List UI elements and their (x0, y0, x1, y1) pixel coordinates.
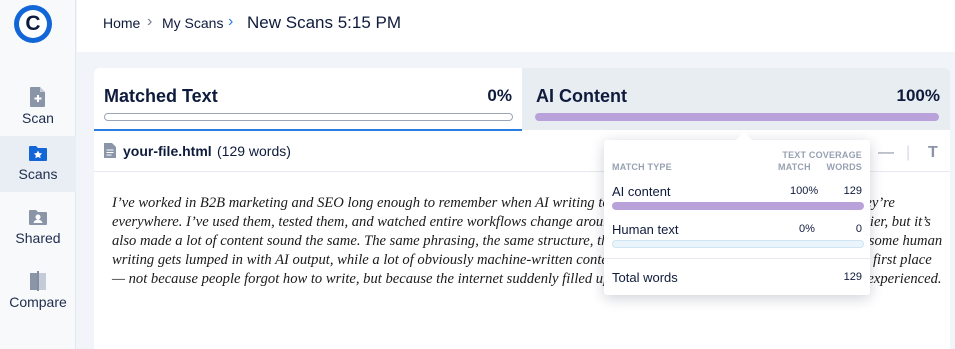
sidebar-item-scans[interactable]: Scans (0, 136, 76, 192)
row-match-ai: 100% (790, 185, 819, 197)
folder-star-icon (29, 146, 47, 161)
tab-ai-content[interactable]: AI Content 100% (522, 68, 950, 130)
tab-percent: 0% (487, 86, 512, 105)
sidebar-item-label: Compare (9, 294, 67, 310)
header-text-coverage: TEXT COVERAGE (782, 150, 862, 160)
row-words-human: 0 (855, 223, 862, 235)
ai-coverage-popover: MATCH TYPE TEXT COVERAGE MATCH WORDS AI … (604, 132, 870, 295)
file-word-count: (129 words) (217, 143, 291, 159)
active-tab-indicator (94, 129, 522, 131)
sidebar-item-label: Shared (15, 230, 61, 246)
file-plus-icon (30, 87, 45, 107)
tab-label: Matched Text (104, 86, 218, 106)
sidebar-item-label: Scans (18, 166, 58, 182)
tab-label: AI Content (536, 86, 627, 106)
tab-percent: 100% (896, 86, 940, 105)
human-coverage-bar (612, 240, 864, 248)
page-title: New Scans 5:15 PM (247, 13, 402, 32)
row-words-ai: 129 (843, 185, 862, 197)
total-words-value: 129 (843, 271, 862, 283)
tab-matched-text[interactable]: Matched Text 0% (94, 68, 522, 130)
sidebar-item-shared[interactable]: Shared (0, 200, 76, 256)
matched-progress-bar (104, 113, 513, 121)
total-words-label: Total words (612, 270, 678, 285)
chevron-right-icon: › (228, 13, 234, 30)
logo-letter: C (25, 12, 41, 35)
sidebar-item-label: Scan (22, 110, 54, 126)
ai-coverage-bar (612, 202, 864, 210)
ai-progress-bar (535, 113, 939, 121)
chevron-right-icon: › (147, 13, 153, 30)
sidebar: C Scan Scans Shared Compare (0, 0, 76, 349)
breadcrumb-my-scans[interactable]: My Scans (162, 15, 223, 31)
popover-divider (604, 258, 870, 259)
breadcrumb-home[interactable]: Home (103, 15, 140, 31)
minus-icon[interactable]: — (878, 144, 894, 162)
compare-icon (30, 271, 46, 291)
row-label-human: Human text (612, 222, 679, 237)
header-words: WORDS (826, 162, 862, 172)
header-match-type: MATCH TYPE (612, 162, 672, 172)
popover-arrow (736, 132, 752, 140)
file-icon (104, 143, 116, 158)
breadcrumb: Home › My Scans › New Scans 5:15 PM (77, 0, 955, 52)
row-match-human: 0% (799, 223, 815, 235)
row-label-ai: AI content (612, 184, 671, 199)
file-name: your-file.html (123, 143, 212, 159)
sidebar-item-scan[interactable]: Scan (0, 80, 76, 136)
text-format-icon[interactable]: T (928, 144, 938, 162)
copyleaks-logo[interactable]: C (14, 5, 52, 43)
shared-user-icon (29, 210, 47, 225)
sidebar-item-compare[interactable]: Compare (0, 264, 76, 320)
header-match: MATCH (778, 162, 811, 172)
toolbar-divider: | (906, 144, 911, 161)
